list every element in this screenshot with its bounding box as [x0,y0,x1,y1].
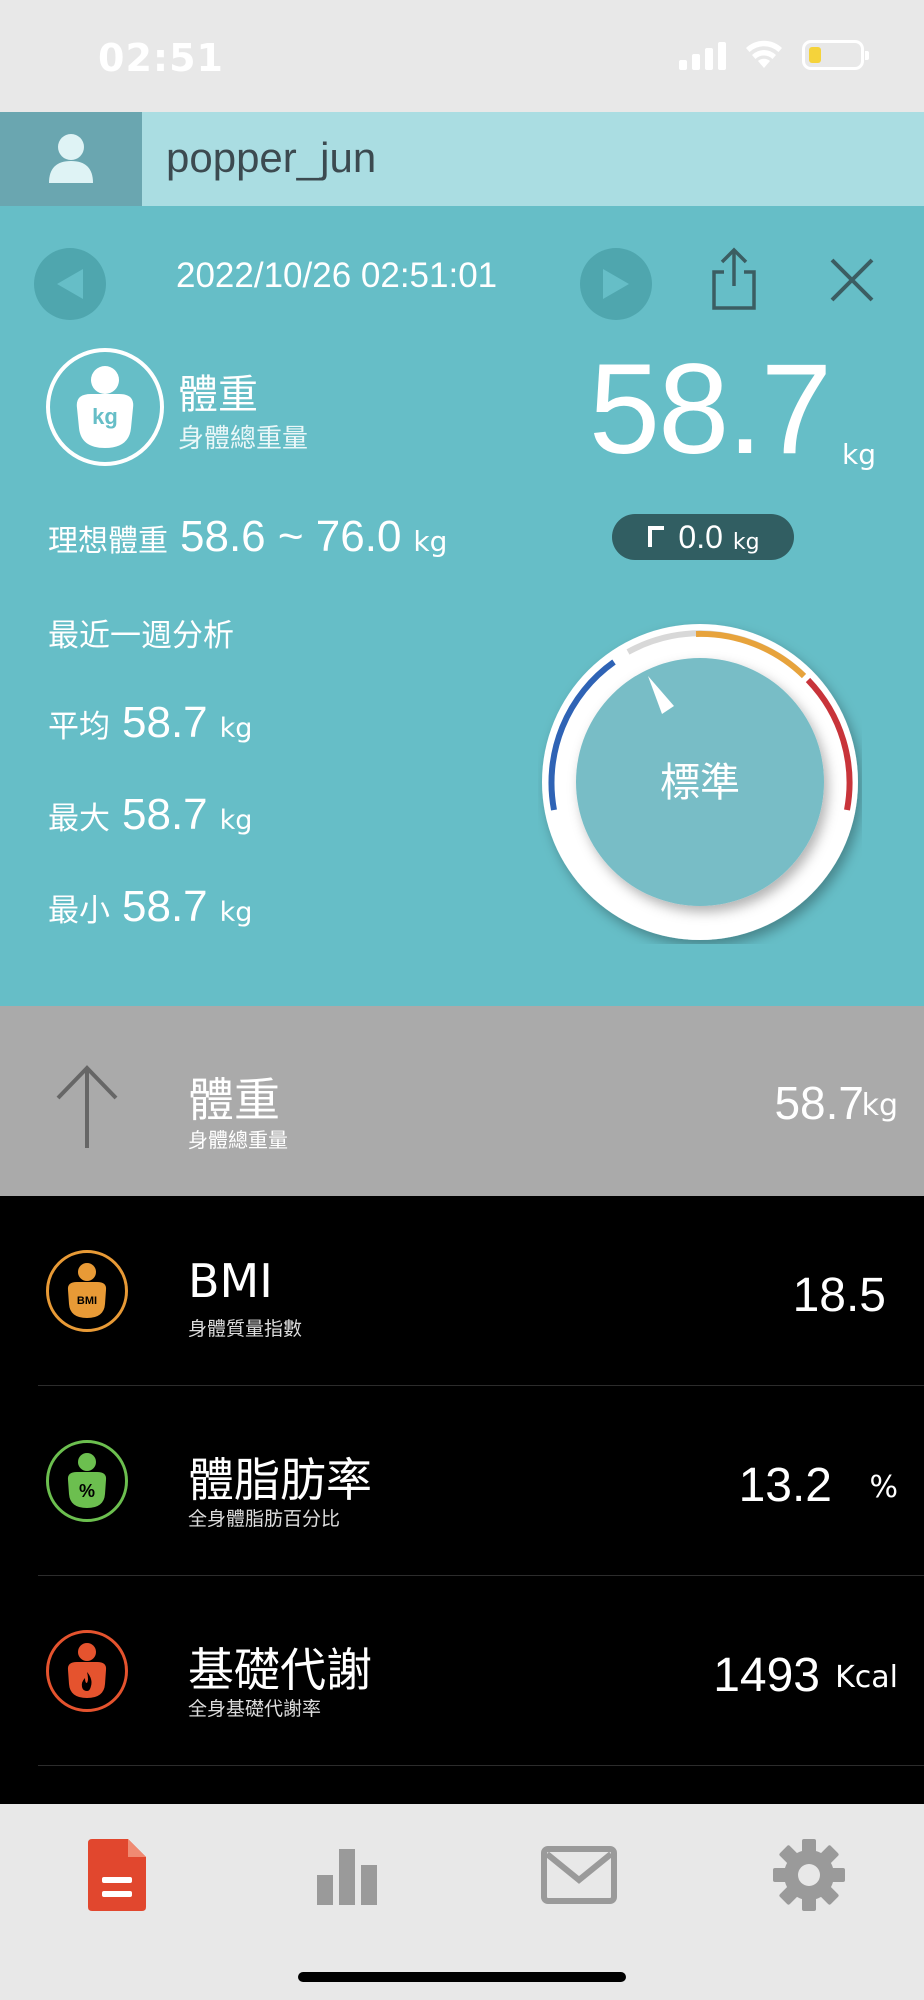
list-item-value: 13.2 [738,1459,832,1512]
stat-unit: kg [219,713,253,744]
ideal-weight: 理想體重 58.6 ~ 76.0 kg [48,512,447,562]
body-fat-icon: % [46,1440,128,1522]
status-bar: 02:51 [0,0,924,112]
arrow-up-icon [56,1065,118,1148]
weight-gauge: 標準 [542,624,858,940]
weight-row[interactable]: 體重 身體總重量 58.7 kg [0,1006,924,1196]
metrics-list: BMI BMI 身體質量指數 18.5 % 體脂肪率 全身體脂肪百分比 13.2… [0,1196,924,1804]
metric-title: 體重 [178,372,258,418]
stat-unit: kg [219,897,253,928]
weight-change-unit: kg [732,529,760,555]
ideal-weight-unit: kg [413,525,448,558]
status-time: 02:51 [98,36,224,80]
record-datetime: 2022/10/26 02:51:01 [176,256,498,295]
avatar[interactable] [0,112,142,206]
stat-min: 最小 58.7 kg [48,882,252,932]
list-item-subtitle: 全身基礎代謝率 [188,1698,322,1720]
weight-badge-text: kg [92,404,118,429]
weight-icon: kg [46,348,164,466]
status-icons [679,40,869,70]
share-button[interactable] [708,246,760,312]
list-item-value: 1493 [713,1649,820,1702]
user-icon [49,134,93,183]
triangle-right-icon [603,269,629,299]
wifi-icon [746,40,782,68]
stat-label: 最小 [48,893,110,929]
weight-change-badge: 0.0 kg [612,514,794,560]
triangle-left-icon [57,269,83,299]
stat-value: 58.7 [122,882,208,931]
weight-unit: kg [842,438,876,471]
stat-max: 最大 58.7 kg [48,790,252,840]
user-name: popper_jun [166,134,377,181]
metric-subtitle: 身體總重量 [178,424,309,454]
close-button[interactable] [826,254,878,306]
list-item-title: BMI [188,1254,273,1308]
list-item-subtitle: 全身體脂肪百分比 [188,1508,341,1530]
divider [38,1765,924,1766]
list-item-value: 18.5 [792,1269,886,1322]
stat-average: 平均 58.7 kg [48,698,252,748]
weight-row-value: 58.7 [774,1077,864,1129]
list-item-title: 基礎代謝 [188,1643,372,1697]
report-icon [88,1839,146,1911]
gear-icon [773,1839,845,1911]
home-indicator[interactable] [298,1972,626,1982]
flag-icon [648,526,665,547]
tab-report[interactable] [72,1830,162,1920]
share-icon [712,247,756,310]
signal-icon [679,40,726,70]
list-item-unit: % [869,1470,898,1505]
mail-icon [541,1846,617,1904]
stat-label: 平均 [48,709,110,745]
bmi-badge-text: BMI [77,1295,97,1307]
weight-panel: 2022/10/26 02:51:01 kg 體重 身體總重量 58.7 kg … [0,206,924,1006]
tab-mail[interactable] [534,1830,624,1920]
bar-chart-icon [317,1849,377,1905]
close-icon [830,258,874,302]
weight-value: 58.7 [588,338,832,481]
gauge-label: 標準 [660,760,740,806]
user-bar[interactable]: popper_jun [0,112,924,206]
ideal-weight-label: 理想體重 [48,524,168,559]
list-item-subtitle: 身體質量指數 [188,1318,303,1340]
bmi-icon: BMI [46,1250,128,1332]
metabolism-icon [46,1630,128,1712]
weight-row-title: 體重 [188,1073,280,1127]
ideal-weight-range: 58.6 ~ 76.0 [180,512,402,561]
weight-row-unit: kg [861,1088,898,1123]
stat-value: 58.7 [122,698,208,747]
weight-change-value: 0.0 [678,518,723,555]
tab-bar [0,1804,924,2000]
week-analysis-title: 最近一週分析 [48,618,234,654]
tab-chart[interactable] [302,1830,392,1920]
stat-label: 最大 [48,801,110,837]
next-record-button[interactable] [580,248,652,320]
list-item-body-fat[interactable]: % 體脂肪率 全身體脂肪百分比 13.2 % [0,1386,924,1576]
body-fat-badge-text: % [79,1481,95,1501]
weight-row-subtitle: 身體總重量 [188,1128,288,1152]
battery-icon [802,40,869,70]
list-item-bmi[interactable]: BMI BMI 身體質量指數 18.5 [0,1196,924,1386]
tab-settings[interactable] [764,1830,854,1920]
previous-record-button[interactable] [34,248,106,320]
list-item-unit: Kcal [835,1660,898,1695]
stat-value: 58.7 [122,790,208,839]
list-item-metabolism[interactable]: 基礎代謝 全身基礎代謝率 1493 Kcal [0,1576,924,1766]
list-item-title: 體脂肪率 [188,1453,372,1507]
stat-unit: kg [219,805,253,836]
